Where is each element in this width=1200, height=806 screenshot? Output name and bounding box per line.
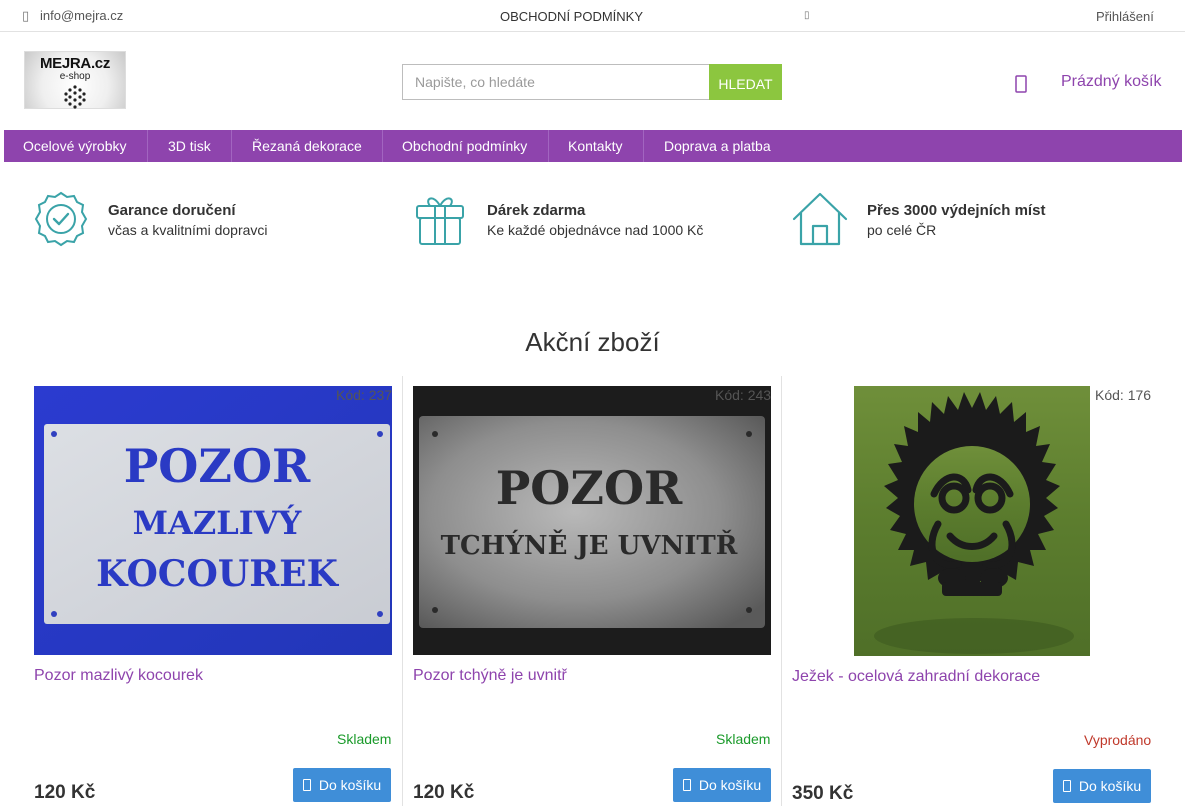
badge-check-icon xyxy=(34,191,88,247)
search-input[interactable] xyxy=(402,64,709,100)
nav-item-ocelove-vyrobky[interactable]: Ocelové výrobky xyxy=(23,130,126,162)
nav-item-kontakty[interactable]: Kontakty xyxy=(568,130,622,162)
cart-icon xyxy=(302,779,311,791)
product-card: POZOR MAZLIVÝ KOCOUREK Kód: 237 Pozor ma… xyxy=(24,376,403,806)
cart-icon[interactable] xyxy=(1014,72,1028,94)
terms-link[interactable]: OBCHODNÍ PODMÍNKY xyxy=(500,9,643,24)
add-to-cart-button[interactable]: Do košíku xyxy=(293,768,391,802)
stock-status: Vyprodáno xyxy=(1084,732,1152,748)
section-title: Akční zboží xyxy=(525,327,660,357)
product-name[interactable]: Ježek - ocelová zahradní dekorace xyxy=(792,668,1040,686)
product-name[interactable]: Pozor mazlivý kocourek xyxy=(34,667,203,685)
logo-title: MEJRA.cz xyxy=(39,55,111,72)
nav-item-obchodni-podminky[interactable]: Obchodní podmínky xyxy=(402,130,527,162)
house-icon xyxy=(792,192,848,246)
product-code: Kód: 243 xyxy=(715,387,772,403)
email-link[interactable]: info@mejra.cz xyxy=(40,8,123,23)
add-to-cart-label: Do košíku xyxy=(1078,778,1142,794)
search-form: HLEDAT xyxy=(402,64,782,100)
product-code: Kód: 237 xyxy=(336,387,393,403)
sign-text: KOCOUREK xyxy=(96,553,339,595)
sign-text: MAZLIVÝ xyxy=(133,504,303,542)
product-card: POZOR TCHÝNĚ JE UVNITŘ Kód: 243 Pozor tc… xyxy=(403,376,782,806)
nav-divider xyxy=(231,130,232,162)
benefit-title: Garance doručení xyxy=(108,202,236,219)
gift-icon xyxy=(416,197,464,245)
stock-status: Skladem xyxy=(337,731,392,747)
benefit-title: Přes 3000 výdejních míst xyxy=(867,202,1046,219)
product-code: Kód: 176 xyxy=(1095,387,1152,403)
cart-link[interactable]: Prázdný košík xyxy=(1061,73,1161,91)
product-price: 120 Kč xyxy=(413,782,475,803)
login-link[interactable]: Přihlášení xyxy=(1096,9,1154,24)
nav-divider xyxy=(147,130,148,162)
top-bar: ▯ info@mejra.cz OBCHODNÍ PODMÍNKY ▯ Přih… xyxy=(0,0,1185,32)
nav-item-doprava-a-platba[interactable]: Doprava a platba xyxy=(664,130,771,162)
nav-item-3d-tisk[interactable]: 3D tisk xyxy=(168,130,211,162)
benefit-subtitle: po celé ČR xyxy=(867,222,937,238)
add-to-cart-label: Do košíku xyxy=(318,777,382,793)
search-button[interactable]: HLEDAT xyxy=(709,64,782,100)
nav-item-rezana-dekorace[interactable]: Řezaná dekorace xyxy=(252,130,362,162)
product-image[interactable]: POZOR MAZLIVÝ KOCOUREK xyxy=(34,386,392,655)
product-card: Kód: 176 Ježek - ocelová zahradní dekora… xyxy=(782,376,1160,806)
benefit-title: Dárek zdarma xyxy=(487,202,586,219)
sign-text: POZOR xyxy=(496,461,683,515)
logo[interactable]: MEJRA.cz e-shop xyxy=(24,51,126,109)
product-name[interactable]: Pozor tchýně je uvnitř xyxy=(413,667,567,685)
product-price: 120 Kč xyxy=(34,782,96,803)
logo-mark-icon xyxy=(64,85,86,109)
sign-text: TCHÝNĚ JE UVNITŘ xyxy=(441,529,738,561)
main-nav: Ocelové výrobky 3D tisk Řezaná dekorace … xyxy=(4,130,1182,162)
cart-icon xyxy=(1062,780,1071,792)
nav-divider xyxy=(548,130,549,162)
stock-status: Skladem xyxy=(716,731,771,747)
info-icon[interactable]: ▯ xyxy=(804,10,810,21)
phone-icon: ▯ xyxy=(22,8,30,23)
nav-divider xyxy=(643,130,644,162)
product-image[interactable]: POZOR TCHÝNĚ JE UVNITŘ xyxy=(413,386,771,655)
add-to-cart-label: Do košíku xyxy=(698,777,762,793)
sign-text: POZOR xyxy=(124,439,311,493)
product-price: 350 Kč xyxy=(792,783,854,804)
benefit-subtitle: včas a kvalitními dopravci xyxy=(108,222,268,238)
add-to-cart-button[interactable]: Do košíku xyxy=(673,768,771,802)
benefit-subtitle: Ke každé objednávce nad 1000 Kč xyxy=(487,222,704,238)
nav-divider xyxy=(382,130,383,162)
cart-icon xyxy=(682,779,691,791)
logo-subtitle: e-shop xyxy=(59,71,91,82)
product-image[interactable] xyxy=(854,386,1090,656)
add-to-cart-button[interactable]: Do košíku xyxy=(1053,769,1151,803)
